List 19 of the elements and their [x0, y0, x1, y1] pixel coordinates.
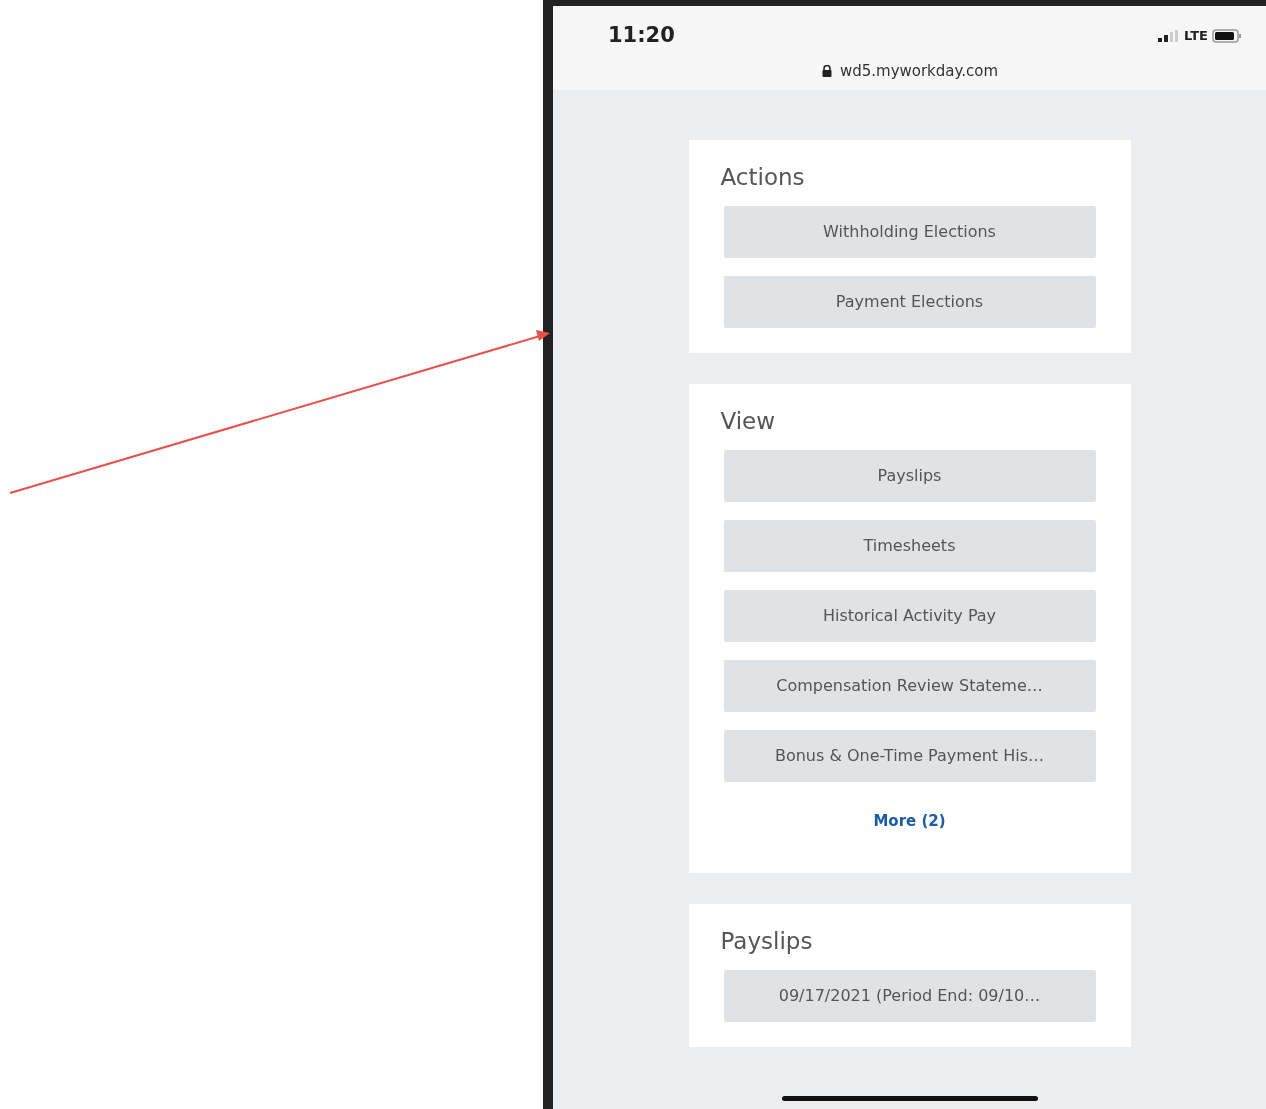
menu-button[interactable]: 09/17/2021 (Period End: 09/10…: [723, 969, 1096, 1022]
url-text[interactable]: wd5.myworkday.com: [839, 59, 999, 82]
menu-button[interactable]: Payment Elections: [723, 276, 1096, 328]
section-title: View: [720, 407, 777, 436]
status-time: 11:20: [608, 22, 675, 49]
network-type: LTE: [1184, 27, 1208, 45]
menu-button[interactable]: Timesheets: [723, 520, 1096, 572]
menu-button[interactable]: Payslips: [723, 450, 1096, 502]
more-link[interactable]: More (2): [873, 810, 946, 833]
menu-button[interactable]: Withholding Elections: [723, 206, 1096, 258]
home-indicator[interactable]: [781, 1096, 1038, 1101]
signal-icon: [1158, 29, 1181, 42]
lock-icon: [821, 64, 832, 77]
menu-button[interactable]: Bonus & One-Time Payment His…: [723, 730, 1096, 782]
section-title: Actions: [720, 163, 806, 192]
menu-button[interactable]: Compensation Review Stateme…: [723, 660, 1096, 712]
section-title: Payslips: [720, 926, 814, 956]
menu-button[interactable]: Historical Activity Pay: [723, 590, 1096, 642]
battery-icon: [1212, 28, 1242, 43]
